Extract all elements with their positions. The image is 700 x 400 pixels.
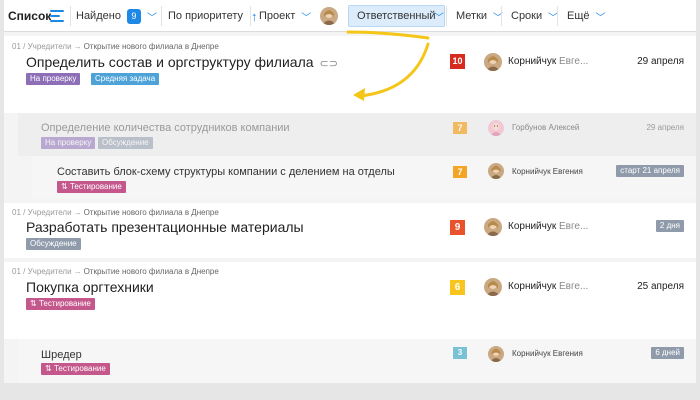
breadcrumb[interactable]: 01 / Учредители → Открытие нового филиала …: [12, 42, 219, 51]
assignee-avatar[interactable]: [484, 53, 502, 71]
breadcrumb[interactable]: 01 / Учредители → Открытие нового филиала …: [12, 267, 219, 276]
assignee-avatar[interactable]: [488, 120, 504, 136]
subtask-row[interactable]: Шредер ⇅ Тестирование 3 Корнийчук Евгени…: [18, 339, 696, 383]
more-menu[interactable]: Ещё ﹀: [567, 0, 606, 32]
assignee-avatar[interactable]: [488, 346, 504, 362]
tag-testing[interactable]: ⇅ Тестирование: [26, 298, 95, 310]
due-date: 29 апреля: [637, 56, 684, 67]
task-title[interactable]: Покупка оргтехники: [26, 279, 154, 295]
responsible-avatar-button[interactable]: [320, 0, 338, 32]
assignee-avatar[interactable]: [484, 278, 502, 296]
sort-label: По приоритету: [168, 10, 244, 22]
priority-badge: 10: [450, 54, 465, 69]
found-label: Найдено: [76, 10, 121, 22]
tag-review[interactable]: На проверку: [41, 137, 96, 149]
assignee-name[interactable]: Корнийчук Евге...: [508, 221, 588, 232]
project-label: Проект: [259, 10, 296, 22]
sort-arrows-icon: ⇅: [30, 299, 39, 308]
view-menu-button[interactable]: [50, 0, 64, 32]
task-title[interactable]: Разработать презентационные материалы: [26, 219, 304, 235]
task-title[interactable]: Определить состав и оргструктуру филиала…: [26, 54, 338, 70]
subtask-row[interactable]: Определение количества сотрудников компа…: [18, 113, 696, 156]
deadlines-filter[interactable]: Сроки ﹀: [511, 0, 558, 32]
assignee-name[interactable]: Корнийчук Евгения: [512, 349, 583, 358]
tag-discussion[interactable]: Обсуждение: [98, 137, 153, 149]
assignee-name[interactable]: Корнийчук Евге...: [508, 281, 588, 292]
deadlines-label: Сроки: [511, 10, 543, 22]
priority-badge: 7: [453, 122, 467, 134]
priority-badge: 3: [453, 347, 467, 359]
tag-testing[interactable]: ⇅ Тестирование: [57, 181, 126, 193]
task-row[interactable]: 01 / Учредители → Открытие нового филиала …: [4, 203, 696, 258]
breadcrumb[interactable]: 01 / Учредители → Открытие нового филиала …: [12, 208, 219, 217]
due-date: 25 апреля: [637, 281, 684, 292]
chevron-down-icon: ﹀: [434, 12, 444, 24]
tag-testing[interactable]: ⇅ Тестирование: [41, 363, 110, 375]
task-row[interactable]: 01 / Учредители → Открытие нового филиала …: [4, 262, 696, 339]
due-date: 29 апреля: [646, 123, 684, 132]
tags-filter[interactable]: Метки ﹀: [456, 0, 503, 32]
arrow-up-icon: ↑: [251, 8, 258, 24]
tag-discussion[interactable]: Обсуждение: [26, 238, 81, 250]
chevron-down-icon: ﹀: [146, 12, 157, 24]
assignee-name[interactable]: Корнийчук Евгения: [512, 167, 583, 176]
sort-priority-button[interactable]: По приоритету ↑: [168, 0, 258, 32]
sort-arrows-icon: ⇅: [45, 364, 54, 373]
tag-medium-task[interactable]: Средняя задача: [91, 73, 160, 85]
assignee-avatar[interactable]: [484, 218, 502, 236]
priority-badge: 6: [450, 280, 465, 295]
more-label: Ещё: [567, 10, 590, 22]
assignee-avatar[interactable]: [488, 163, 504, 179]
due-days-badge: 6 дней: [651, 347, 684, 359]
list-menu-icon: [50, 10, 64, 22]
chevron-down-icon: ﹀: [595, 12, 606, 24]
task-title[interactable]: Составить блок-схему структуры компании …: [57, 166, 395, 178]
priority-badge: 7: [453, 166, 467, 178]
project-filter[interactable]: Проект ﹀: [259, 0, 311, 32]
tags-label: Метки: [456, 10, 488, 22]
found-filter[interactable]: Найдено 9 ﹀: [76, 0, 157, 32]
task-row[interactable]: 01 / Учредители → Открытие нового филиала …: [4, 36, 696, 113]
responsible-label: Ответственный: [357, 10, 436, 22]
task-title[interactable]: Определение количества сотрудников компа…: [41, 122, 290, 134]
subtask-row[interactable]: Составить блок-схему структуры компании …: [32, 156, 696, 199]
task-title[interactable]: Шредер: [41, 349, 82, 361]
assignee-name[interactable]: Горбунов Алексей: [512, 123, 579, 132]
assignee-name[interactable]: Корнийчук Евге...: [508, 56, 588, 67]
priority-badge: 9: [450, 220, 465, 235]
user-avatar: [320, 7, 338, 25]
found-count-badge: 9: [126, 8, 141, 24]
chevron-down-icon: ﹀: [301, 12, 312, 24]
sort-arrows-icon: ⇅: [61, 182, 70, 191]
task-list-window: Список Найдено 9 ﹀ По приоритету ↑ Проек…: [4, 0, 696, 383]
tag-review[interactable]: На проверку: [26, 73, 81, 85]
due-days-badge: 2 дня: [655, 220, 684, 232]
paperclip-icon: ⊂⊃: [319, 58, 338, 70]
filter-toolbar: Список Найдено 9 ﹀ По приоритету ↑ Проек…: [4, 0, 696, 32]
view-title: Список: [8, 9, 52, 23]
start-date-badge: старт 21 апреля: [616, 165, 684, 177]
responsible-dropdown[interactable]: ﹀: [428, 0, 444, 32]
